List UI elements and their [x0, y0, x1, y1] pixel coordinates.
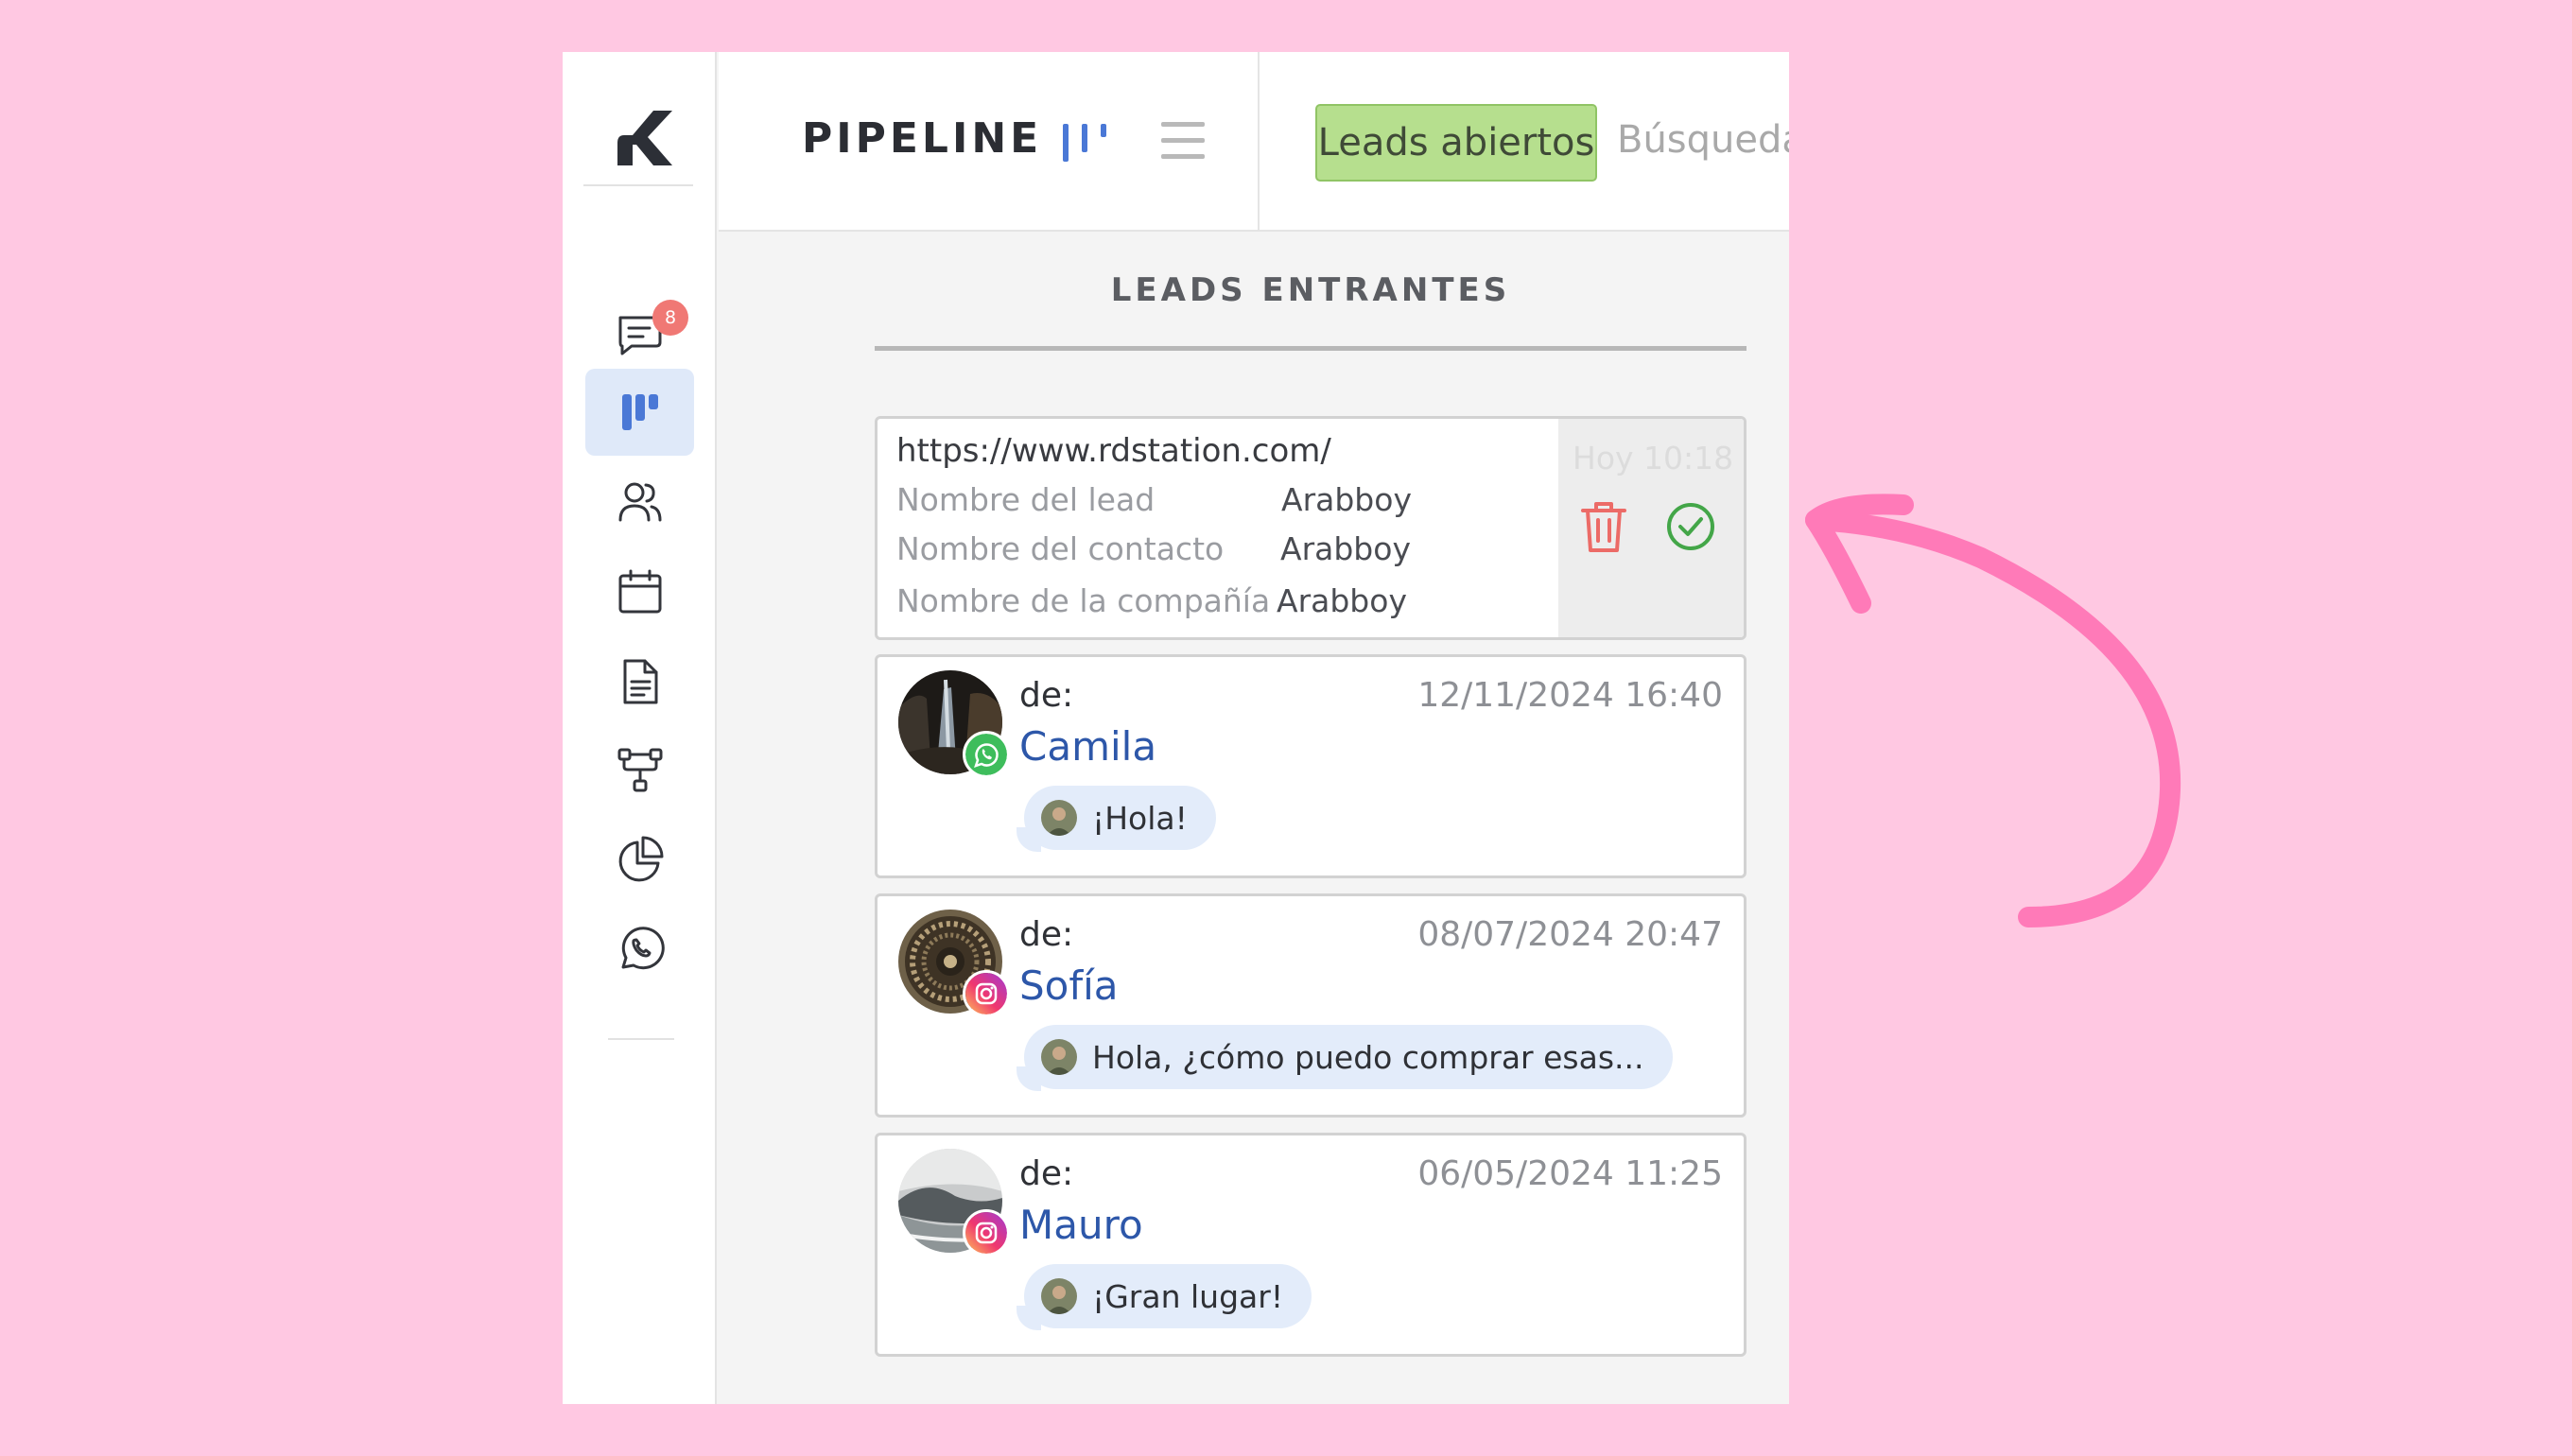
lead-field-value: Arabboy	[1281, 481, 1412, 518]
message-text: Hola, ¿cómo puedo comprar esas...	[1092, 1038, 1644, 1076]
sidebar-item-documents[interactable]	[585, 638, 694, 725]
contact-name[interactable]: Sofía	[1019, 962, 1119, 1009]
bubble-tail	[1017, 1306, 1041, 1330]
user-avatar-mini	[1041, 1278, 1077, 1314]
from-label: de:	[1019, 676, 1074, 715]
lead-field-label: Nombre de la compañía	[896, 582, 1271, 619]
message-text: ¡Hola!	[1092, 799, 1188, 837]
message-date: 12/11/2024 16:40	[1417, 676, 1723, 715]
message-date: 06/05/2024 11:25	[1417, 1154, 1723, 1193]
sidebar-item-chats[interactable]: 8	[585, 290, 694, 377]
app-window: 8 PIPELINE Leads abiertos Búsqueda LEADS…	[563, 52, 1789, 1404]
instagram-channel-icon	[963, 970, 1010, 1017]
users-icon	[618, 482, 661, 522]
document-icon	[623, 659, 657, 704]
lead-field-value: Arabboy	[1280, 530, 1411, 567]
message-card[interactable]: de: Camila 12/11/2024 16:40 ¡Hola!	[875, 654, 1747, 878]
topbar-divider	[1258, 52, 1260, 232]
list-view-icon[interactable]	[1159, 116, 1207, 165]
sidebar-divider-top	[583, 184, 693, 186]
pie-chart-icon	[618, 836, 663, 882]
column-divider	[875, 346, 1747, 351]
calendar-icon	[618, 569, 661, 614]
message-preview[interactable]: Hola, ¿cómo puedo comprar esas...	[1017, 1025, 1673, 1091]
pointer-arrow-icon	[1805, 494, 2181, 927]
sidebar-item-whatsapp[interactable]	[585, 905, 694, 992]
sidebar-item-calendar[interactable]	[585, 548, 694, 635]
from-label: de:	[1019, 915, 1074, 954]
lead-field-label: Nombre del contacto	[896, 530, 1225, 567]
app-logo[interactable]	[612, 107, 674, 169]
top-bar: PIPELINE Leads abiertos Búsqueda	[719, 52, 1789, 232]
sidebar-item-automations[interactable]	[585, 726, 694, 813]
sidebar: 8	[563, 52, 717, 1404]
column-title: LEADS ENTRANTES	[1110, 271, 1511, 309]
message-card[interactable]: de: Mauro 06/05/2024 11:25 ¡Gran lugar!	[875, 1133, 1747, 1357]
sidebar-item-pipeline[interactable]	[585, 369, 694, 456]
lead-field-label: Nombre del lead	[896, 481, 1156, 518]
lead-timestamp: Hoy 10:18	[1573, 440, 1734, 477]
page-title: PIPELINE	[802, 114, 1043, 163]
lead-card[interactable]: https://www.rdstation.com/ Nombre del le…	[875, 416, 1747, 640]
user-avatar-mini	[1041, 1039, 1077, 1075]
message-preview[interactable]: ¡Hola!	[1017, 786, 1216, 852]
message-card[interactable]: de: Sofía 08/07/2024 20:47 Hola, ¿cómo p…	[875, 893, 1747, 1118]
user-avatar-mini	[1041, 800, 1077, 836]
tab-busqueda[interactable]: Búsqueda	[1617, 118, 1789, 162]
delete-lead-icon[interactable]	[1579, 499, 1628, 554]
bubble-tail	[1017, 1066, 1041, 1091]
lead-actions-panel: Hoy 10:18	[1558, 419, 1744, 637]
bubble-tail	[1017, 827, 1041, 852]
sidebar-divider-bottom	[608, 1038, 674, 1040]
message-date: 08/07/2024 20:47	[1417, 915, 1723, 954]
sidebar-item-contacts[interactable]	[585, 459, 694, 546]
kanban-icon	[621, 394, 658, 430]
flow-icon	[617, 748, 662, 792]
sidebar-item-reports[interactable]	[585, 816, 694, 903]
lead-source-url[interactable]: https://www.rdstation.com/	[896, 432, 1331, 470]
lead-field-value: Arabboy	[1277, 582, 1407, 619]
contact-name[interactable]: Camila	[1019, 723, 1156, 770]
unread-badge: 8	[652, 300, 688, 336]
message-preview[interactable]: ¡Gran lugar!	[1017, 1264, 1312, 1330]
contact-name[interactable]: Mauro	[1019, 1202, 1143, 1248]
kanban-view-icon[interactable]	[1059, 114, 1112, 167]
whatsapp-icon	[621, 927, 665, 970]
tab-leads-abiertos[interactable]: Leads abiertos	[1315, 104, 1597, 182]
instagram-channel-icon	[963, 1209, 1010, 1257]
message-text: ¡Gran lugar!	[1092, 1277, 1284, 1315]
accept-lead-icon[interactable]	[1665, 501, 1716, 552]
from-label: de:	[1019, 1154, 1074, 1193]
whatsapp-channel-icon	[963, 731, 1010, 778]
